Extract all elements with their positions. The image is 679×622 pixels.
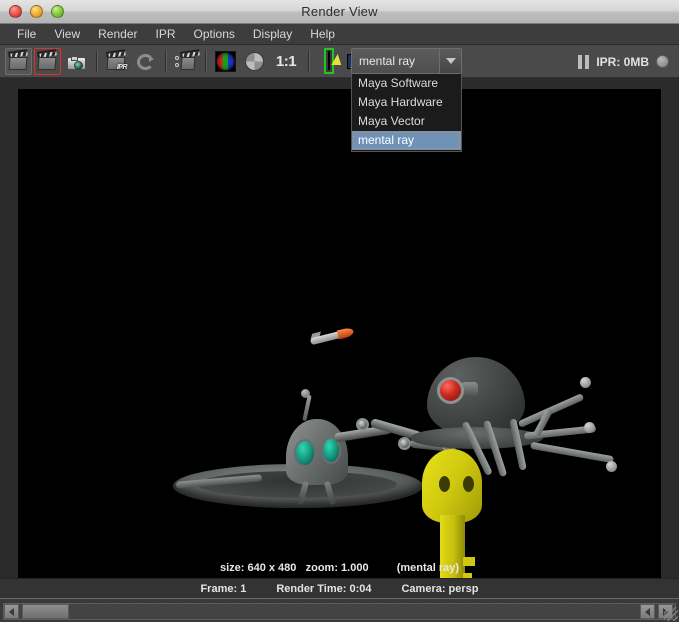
ipr-memory-label: IPR: 0MB [596,54,649,69]
toolbar-divider [205,50,206,72]
menu-display[interactable]: Display [244,25,301,43]
status-camera: Camera: persp [401,582,479,595]
scene-spider-foot-2 [584,422,595,433]
canvas-info-line: size: 640 x 480 zoom: 1.000 (mental ray) [18,562,661,574]
status-render-time: Render Time: 0:04 [276,582,372,595]
ipr-activity-led [656,55,669,68]
scene-arm-joint-1 [356,418,369,431]
alpha-sphere-icon [245,51,264,71]
ipr-status-group: IPR: 0MB [578,45,669,78]
keep-image-icon [323,48,334,74]
ipr-render-button[interactable]: IPR [103,48,130,75]
menu-ipr[interactable]: IPR [147,25,185,43]
scroll-left-arrow-2[interactable] [640,604,655,619]
refresh-icon [135,52,156,71]
redo-previous-render-button[interactable] [34,47,61,75]
option-maya-vector[interactable]: Maya Vector [352,112,461,131]
canvas-zoom-label: zoom: 1.000 [305,562,369,574]
render-engine-value: mental ray [359,54,416,68]
clapboard-options-icon [175,48,200,71]
keep-image-button[interactable] [315,48,342,75]
resize-grip[interactable] [664,607,678,621]
scene-rocket [309,326,355,346]
refresh-ipr-image-button[interactable] [132,48,159,75]
scene-spider-leg-3 [530,441,614,464]
render-engine-dropdown: Maya Software Maya Hardware Maya Vector … [351,72,462,152]
scene-spider-foot-3 [606,461,617,472]
render-current-frame-button[interactable] [5,47,32,75]
chevron-down-icon[interactable] [439,49,461,73]
toolbar-divider [308,50,309,72]
clapboard-ipr-icon: IPR [106,48,128,71]
option-mental-ray[interactable]: mental ray [352,131,461,150]
toolbar: IPR 1:1 [0,45,679,78]
menu-file[interactable]: File [8,25,45,43]
rendered-scene-image [18,89,661,578]
scrollbar-track[interactable] [3,603,676,620]
actual-size-button[interactable]: 1:1 [270,48,302,75]
display-rgb-channels-button[interactable] [212,48,239,75]
render-view-window: Render View File View Render IPR Options… [0,0,679,622]
menu-view[interactable]: View [45,25,89,43]
option-maya-software[interactable]: Maya Software [352,74,461,93]
render-settings-button[interactable] [172,48,200,75]
scene-small-robot-antenna [302,394,312,422]
one-to-one-label: 1:1 [275,52,297,70]
toolbar-divider [96,50,97,72]
menu-bar: File View Render IPR Options Display Hel… [0,24,679,45]
menu-options[interactable]: Options [185,25,244,43]
display-alpha-channel-button[interactable] [241,48,268,75]
rgb-sphere-icon [215,50,236,72]
canvas-size-label: size: 640 x 480 [219,562,297,574]
menu-render[interactable]: Render [89,25,146,43]
window-titlebar: Render View [0,0,679,24]
render-canvas[interactable]: size: 640 x 480 zoom: 1.000 (mental ray) [18,89,661,578]
camera-icon [66,52,87,71]
status-bar: Frame: 1 Render Time: 0:04 Camera: persp [0,578,679,598]
render-engine-select[interactable]: mental ray [351,48,462,74]
scene-spider-foot-1 [580,377,591,388]
status-frame: Frame: 1 [200,582,247,595]
scene-yellow-key [418,449,484,578]
horizontal-scrollbar[interactable] [0,598,679,622]
scroll-left-arrow[interactable] [4,604,19,619]
scene-spider-eye [437,377,464,404]
clapboard-icon [8,48,29,71]
clapboard-region-icon [37,48,58,71]
render-region-snapshot-button[interactable] [63,48,90,75]
toolbar-divider [165,50,166,72]
option-maya-hardware[interactable]: Maya Hardware [352,93,461,112]
canvas-renderer-label: (mental ray) [396,562,460,574]
window-title: Render View [301,4,378,19]
scene-small-robot-eye-left [294,439,316,467]
scroll-thumb[interactable] [22,604,69,619]
pause-icon [578,54,590,69]
menu-help[interactable]: Help [301,25,344,43]
